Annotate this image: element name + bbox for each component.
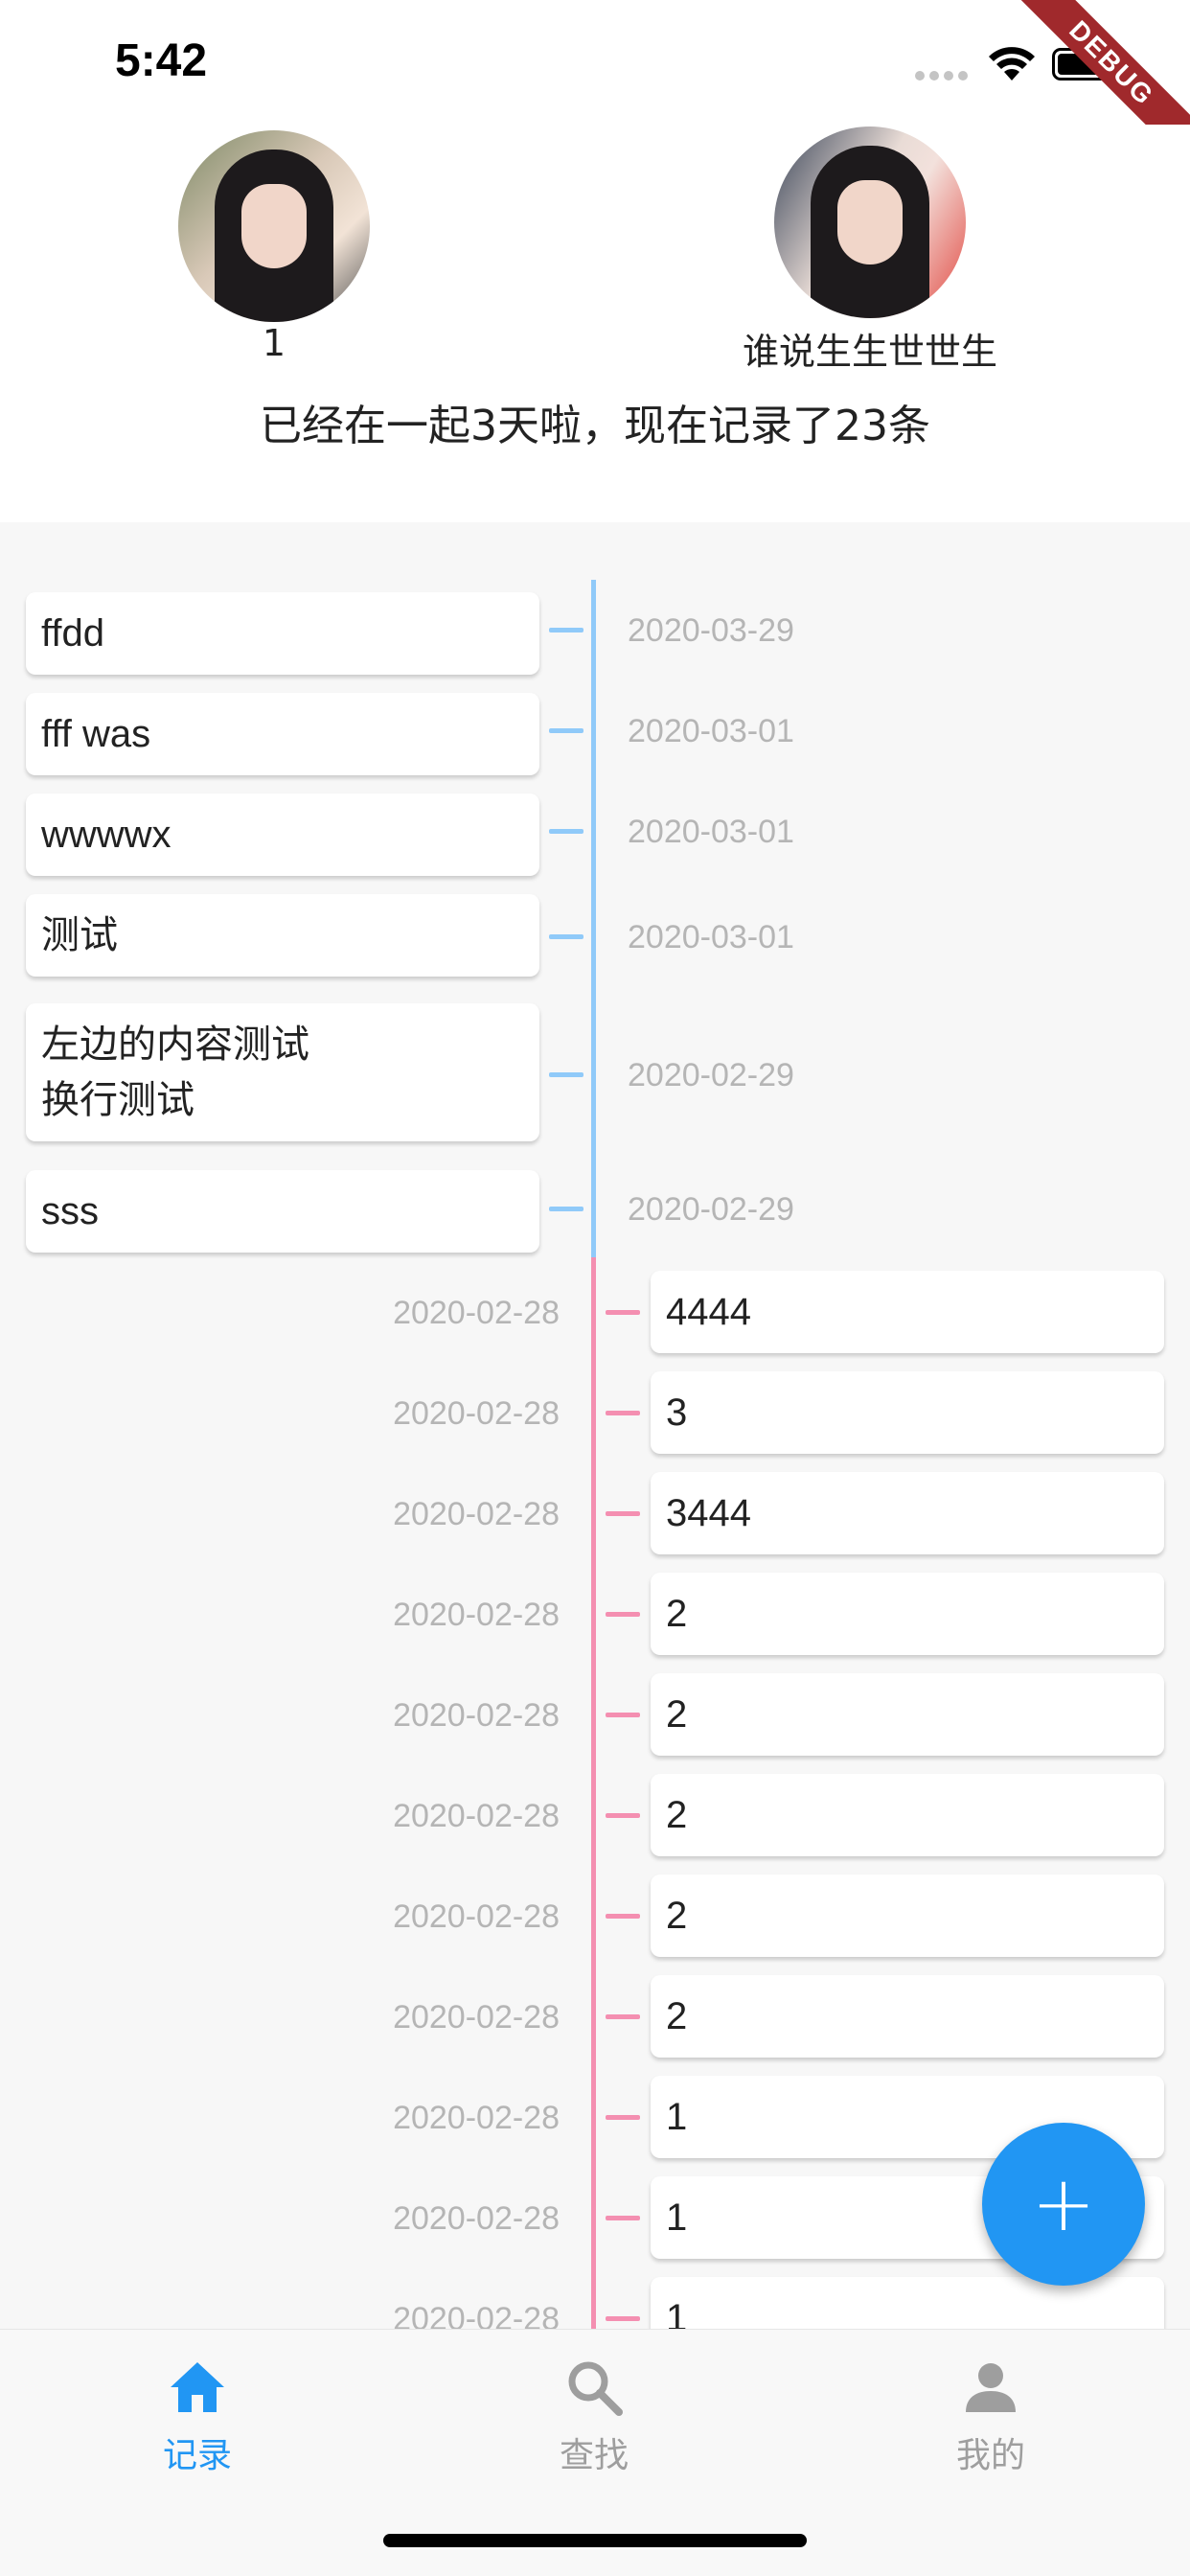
timeline-tick — [606, 2216, 640, 2220]
nav-tab-search-label: 查找 — [559, 2436, 629, 2475]
timeline-date: 2020-02-28 — [393, 1295, 560, 1331]
timeline-date: 2020-02-28 — [393, 2301, 560, 2329]
timeline-date: 2020-02-28 — [393, 1798, 560, 1834]
timeline-tick — [606, 1310, 640, 1315]
timeline-tick — [549, 1072, 584, 1077]
timeline-card-left[interactable]: 左边的内容测试 换行测试 — [26, 1003, 539, 1141]
timeline-date: 2020-03-29 — [628, 612, 794, 649]
timeline-tick — [549, 728, 584, 733]
timeline-tick — [606, 1612, 640, 1617]
timeline-tick — [549, 934, 584, 939]
person-icon — [966, 2363, 1016, 2412]
timeline-date: 2020-02-29 — [628, 1191, 794, 1228]
cellular-signal-icon — [915, 71, 971, 82]
plus-icon: + — [1031, 2159, 1096, 2248]
timeline-date: 2020-03-01 — [628, 814, 794, 850]
nav-tab-records[interactable]: 记录 — [102, 2357, 293, 2477]
together-summary: 已经在一起3天啦，现在记录了23条 — [260, 402, 930, 450]
nav-tab-search[interactable]: 查找 — [498, 2357, 690, 2477]
timeline-card-left[interactable]: sss — [26, 1170, 539, 1253]
home-indicator[interactable] — [383, 2534, 807, 2547]
search-icon — [568, 2361, 623, 2416]
left-user-avatar[interactable] — [178, 130, 370, 322]
right-user-avatar[interactable] — [774, 126, 966, 318]
timeline-date: 2020-03-01 — [628, 713, 794, 749]
timeline-card-right[interactable]: 2 — [651, 1673, 1164, 1756]
timeline-date: 2020-02-28 — [393, 1395, 560, 1432]
timeline-card-left[interactable]: fff was — [26, 693, 539, 775]
timeline-tick — [549, 628, 584, 632]
timeline[interactable]: ffdd 2020-03-29 fff was 2020-03-01 wwwwx… — [0, 522, 1190, 2329]
timeline-date: 2020-02-29 — [628, 1057, 794, 1093]
timeline-card-right[interactable]: 1 — [651, 2277, 1164, 2329]
timeline-date: 2020-02-28 — [393, 1496, 560, 1532]
timeline-date: 2020-02-28 — [393, 1597, 560, 1633]
timeline-date: 2020-02-28 — [393, 1697, 560, 1734]
couple-header: 1 谁说生生世世生 已经在一起3天啦，现在记录了23条 — [0, 125, 1190, 522]
timeline-line-left-user — [591, 580, 596, 1257]
timeline-tick — [606, 1813, 640, 1818]
nav-tab-mine-label: 我的 — [955, 2436, 1025, 2475]
timeline-date: 2020-03-01 — [628, 919, 794, 955]
timeline-card-right[interactable]: 2 — [651, 1975, 1164, 2058]
timeline-tick — [606, 1511, 640, 1516]
timeline-tick — [606, 1411, 640, 1415]
timeline-card-right[interactable]: 3 — [651, 1371, 1164, 1454]
timeline-date: 2020-02-28 — [393, 2200, 560, 2237]
timeline-tick — [606, 2316, 640, 2321]
timeline-card-right[interactable]: 4444 — [651, 1271, 1164, 1353]
timeline-tick — [549, 829, 584, 834]
nav-tab-mine[interactable]: 我的 — [895, 2357, 1087, 2477]
timeline-date: 2020-02-28 — [393, 2100, 560, 2136]
add-record-button[interactable]: + — [982, 2123, 1145, 2286]
timeline-card-left[interactable]: ffdd — [26, 592, 539, 675]
timeline-date: 2020-02-28 — [393, 1999, 560, 2036]
timeline-card-right[interactable]: 3444 — [651, 1472, 1164, 1554]
timeline-tick — [606, 1713, 640, 1717]
timeline-card-left[interactable]: 测试 — [26, 894, 539, 977]
timeline-tick — [606, 2014, 640, 2019]
timeline-line-right-user — [591, 1257, 596, 2329]
nav-tab-records-label: 记录 — [162, 2436, 232, 2475]
timeline-card-right[interactable]: 2 — [651, 1573, 1164, 1655]
status-time: 5:42 — [115, 35, 208, 86]
right-user-name: 谁说生生世世生 — [742, 331, 997, 373]
timeline-tick — [549, 1207, 584, 1211]
timeline-date: 2020-02-28 — [393, 1898, 560, 1935]
left-user-name: 1 — [262, 322, 286, 364]
timeline-card-right[interactable]: 2 — [651, 1874, 1164, 1957]
home-icon — [171, 2362, 224, 2412]
timeline-card-left[interactable]: wwwwx — [26, 794, 539, 876]
timeline-card-right[interactable]: 2 — [651, 1774, 1164, 1856]
timeline-tick — [606, 1914, 640, 1919]
timeline-tick — [606, 2115, 640, 2120]
